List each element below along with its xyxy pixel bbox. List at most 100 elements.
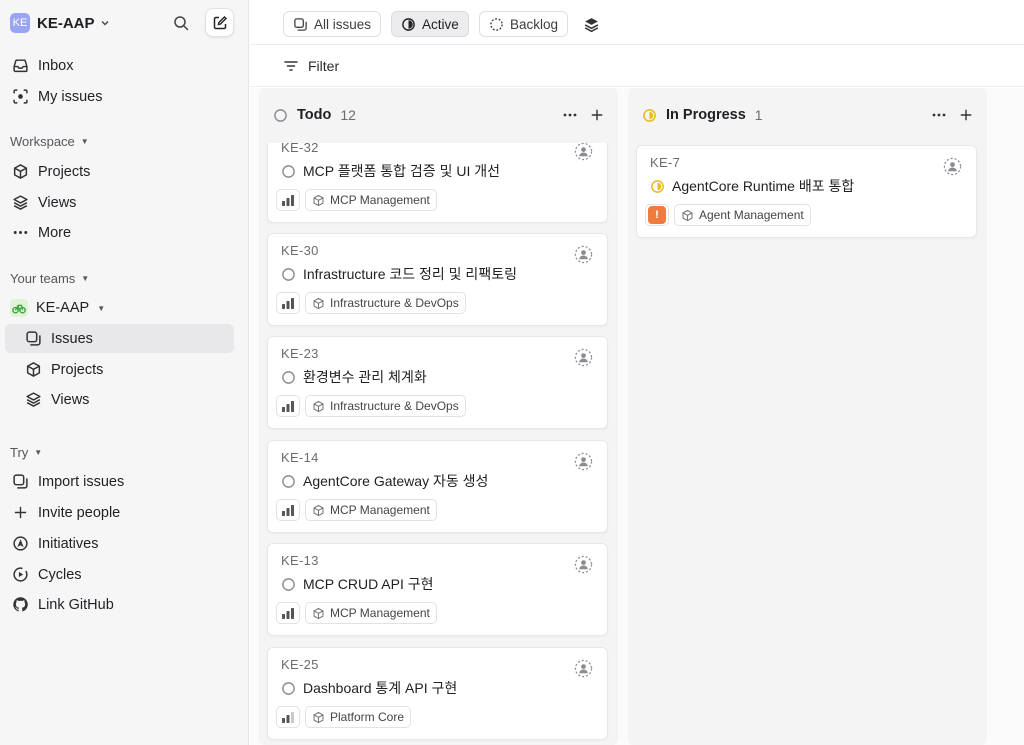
workspace-section-toggle[interactable]: Workspace ▼ (10, 134, 89, 149)
sidebar-item-cycles[interactable]: Cycles (5, 560, 234, 589)
compose-icon (213, 15, 227, 29)
column-add-button[interactable] (956, 104, 976, 126)
cube-icon (312, 711, 325, 724)
priority-badge[interactable]: ! (645, 204, 669, 226)
urgent-icon: ! (648, 206, 666, 224)
cycles-icon (11, 566, 29, 584)
sidebar-item-label: Import issues (38, 473, 125, 490)
teams-section-toggle[interactable]: Your teams ▼ (10, 271, 89, 286)
sidebar-item-inbox[interactable]: Inbox (5, 51, 234, 80)
project-chip[interactable]: MCP Management (305, 499, 437, 521)
sidebar-item-label: Invite people (38, 504, 121, 521)
plus-icon (591, 109, 603, 121)
cube-icon (681, 209, 694, 222)
issue-card[interactable]: KE-7 AgentCore Runtime 배포 통합 ! Agent Man… (636, 145, 977, 238)
priority-badge[interactable] (276, 602, 300, 624)
sidebar-item-team-projects[interactable]: Projects (5, 355, 234, 384)
issue-card[interactable]: KE-23 환경변수 관리 체계화 Infrastructure & DevOp… (267, 336, 608, 429)
sidebar-item-import-issues[interactable]: Import issues (5, 467, 234, 496)
issue-id: KE-13 (281, 553, 319, 568)
assignee-button[interactable] (573, 554, 593, 574)
sidebar-item-invite-people[interactable]: Invite people (5, 498, 234, 527)
priority-badge[interactable] (276, 706, 300, 728)
sidebar-item-issues[interactable]: Issues (5, 324, 234, 353)
assignee-button[interactable] (573, 347, 593, 367)
sidebar-item-my-issues[interactable]: My issues (5, 82, 234, 111)
workspace-switcher[interactable]: KE KE-AAP (10, 12, 110, 34)
team-toggle[interactable]: KE-AAP ▼ (10, 298, 105, 318)
priority-badge[interactable] (276, 499, 300, 521)
sidebar-item-label: Projects (38, 163, 91, 180)
tab-backlog[interactable]: Backlog (479, 11, 569, 37)
filter-button[interactable]: Filter (283, 56, 339, 76)
issue-card[interactable]: KE-14 AgentCore Gateway 자동 생성 MCP Manage… (267, 440, 608, 533)
project-chip[interactable]: MCP Management (305, 602, 437, 624)
inbox-icon (11, 57, 29, 75)
assignee-button[interactable] (573, 658, 593, 678)
column-header: In Progress 1 (628, 104, 987, 126)
sidebar-item-projects[interactable]: Projects (5, 157, 234, 186)
issue-id: KE-7 (650, 155, 681, 170)
issue-id: KE-14 (281, 450, 319, 465)
try-section-toggle[interactable]: Try ▼ (10, 445, 42, 460)
project-chip[interactable]: Platform Core (305, 706, 412, 728)
initiatives-icon (11, 535, 29, 553)
assignee-button[interactable] (573, 451, 593, 471)
assignee-button[interactable] (573, 244, 593, 264)
issue-card[interactable]: KE-13 MCP CRUD API 구현 MCP Management (267, 543, 608, 636)
priority-badge[interactable] (276, 292, 300, 314)
issue-card[interactable]: KE-30 Infrastructure 코드 정리 및 리팩토링 Infras… (267, 233, 608, 326)
sidebar-item-initiatives[interactable]: Initiatives (5, 529, 234, 558)
column-title: Todo (297, 107, 332, 123)
project-chip[interactable]: Agent Management (674, 204, 811, 226)
sidebar-item-label: Initiatives (38, 535, 99, 552)
tab-active[interactable]: Active (391, 11, 469, 37)
issue-meta: Infrastructure & DevOps (276, 395, 466, 417)
priority-badge[interactable] (276, 395, 300, 417)
column-more-button[interactable] (560, 104, 580, 126)
priority-badge[interactable] (276, 189, 300, 211)
section-label: Workspace (10, 134, 75, 149)
view-options-button[interactable] (580, 13, 602, 35)
todo-status-icon[interactable] (281, 577, 296, 592)
issue-card[interactable]: KE-32 MCP 플랫폼 통합 검증 및 UI 개선 MCP Manageme… (267, 143, 608, 223)
todo-status-icon[interactable] (281, 474, 296, 489)
tab-label: Backlog (510, 16, 559, 32)
issue-card[interactable]: KE-25 Dashboard 통계 API 구현 Platform Core (267, 647, 608, 740)
priority-bars-icon (281, 400, 295, 412)
assignee-button[interactable] (942, 156, 962, 176)
priority-bars-icon (281, 711, 295, 723)
column-count: 1 (754, 107, 763, 123)
todo-status-icon[interactable] (281, 681, 296, 696)
new-issue-button[interactable] (205, 8, 234, 37)
in-progress-status-icon[interactable] (650, 179, 665, 194)
project-name: Platform Core (330, 710, 405, 724)
project-name: MCP Management (330, 193, 430, 207)
assignee-button[interactable] (573, 143, 593, 161)
filter-label: Filter (308, 58, 340, 74)
column-cards: KE-7 AgentCore Runtime 배포 통합 ! Agent Man… (628, 143, 987, 745)
section-label: Try (10, 445, 29, 460)
sidebar-item-link-github[interactable]: Link GitHub (5, 590, 234, 619)
column-add-button[interactable] (587, 104, 607, 126)
project-chip[interactable]: Infrastructure & DevOps (305, 292, 466, 314)
layers-icon (11, 194, 29, 212)
my-issues-icon (11, 88, 29, 106)
column-more-button[interactable] (929, 104, 949, 126)
project-chip[interactable]: MCP Management (305, 189, 437, 211)
unassigned-avatar-icon (943, 157, 962, 176)
column-header: Todo 12 (259, 104, 618, 126)
tab-all-issues[interactable]: All issues (283, 11, 382, 37)
caret-down-icon: ▼ (80, 137, 89, 146)
sidebar-item-views[interactable]: Views (5, 188, 234, 217)
sidebar-item-team-views[interactable]: Views (5, 385, 234, 414)
todo-status-icon[interactable] (281, 267, 296, 282)
search-button[interactable] (170, 12, 192, 34)
issue-title: MCP 플랫폼 통합 검증 및 UI 개선 (303, 163, 500, 179)
project-chip[interactable]: Infrastructure & DevOps (305, 395, 466, 417)
todo-status-icon[interactable] (281, 164, 296, 179)
sidebar: KE KE-AAP Inbox My issues Workspace ▼ Pr… (0, 0, 249, 745)
view-tabs-bar: All issues Active Backlog (250, 0, 1024, 45)
sidebar-item-more[interactable]: More (5, 218, 234, 247)
todo-status-icon[interactable] (281, 370, 296, 385)
